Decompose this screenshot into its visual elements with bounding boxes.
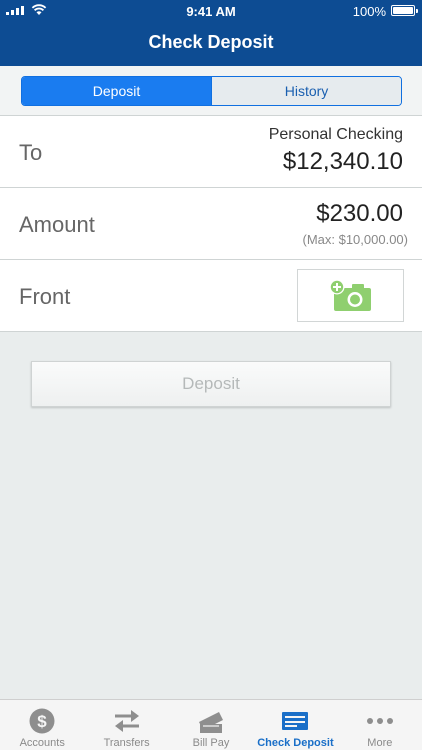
tab-label: Transfers	[103, 737, 150, 749]
deposit-form: To Personal Checking $12,340.10 Amount $…	[0, 116, 422, 332]
header: 9:41 AM 100% Check Deposit	[0, 0, 422, 66]
segmented-control: Deposit History	[21, 76, 402, 106]
account-name: Personal Checking	[268, 126, 403, 143]
amount-max: (Max: $10,000.00)	[302, 232, 408, 247]
tab-check-deposit[interactable]: Check Deposit	[253, 700, 337, 750]
deposit-button[interactable]: Deposit	[31, 361, 391, 407]
tab-history[interactable]: History	[211, 77, 401, 105]
page-title: Check Deposit	[148, 32, 274, 52]
bill-pay-icon	[199, 712, 224, 733]
tab-bar: $ Accounts Transfers Bill Pay Check Depo…	[0, 699, 422, 750]
add-camera-icon	[329, 279, 371, 311]
check-deposit-icon	[282, 712, 309, 730]
battery-icon	[391, 5, 418, 16]
battery-percent: 100%	[352, 4, 386, 19]
to-account-row[interactable]: To Personal Checking $12,340.10	[0, 116, 422, 188]
front-label: Front	[19, 284, 71, 309]
amount-value: $230.00	[316, 200, 403, 227]
tab-transfers[interactable]: Transfers	[84, 700, 168, 750]
tab-label: Check Deposit	[257, 737, 334, 749]
amount-label: Amount	[19, 212, 95, 237]
status-bar: 9:41 AM 100%	[0, 0, 422, 22]
tab-bill-pay[interactable]: Bill Pay	[169, 700, 253, 750]
tab-more[interactable]: More	[338, 700, 422, 750]
dollar-circle-icon: $	[29, 708, 55, 734]
amount-row[interactable]: Amount $230.00 (Max: $10,000.00)	[0, 188, 422, 260]
to-label: To	[19, 140, 43, 165]
tab-label: More	[367, 737, 393, 749]
tab-deposit[interactable]: Deposit	[22, 77, 211, 105]
svg-text:$: $	[37, 712, 47, 731]
account-balance: $12,340.10	[282, 148, 403, 175]
more-dots-icon	[366, 718, 393, 724]
front-image-row: Front	[0, 260, 422, 332]
tab-label: Bill Pay	[192, 737, 230, 749]
segment-bar: Deposit History	[0, 66, 422, 116]
transfer-arrows-icon	[114, 710, 139, 732]
tab-label: Accounts	[19, 737, 65, 749]
tab-accounts[interactable]: $ Accounts	[0, 700, 84, 750]
front-capture-button[interactable]	[297, 269, 404, 322]
